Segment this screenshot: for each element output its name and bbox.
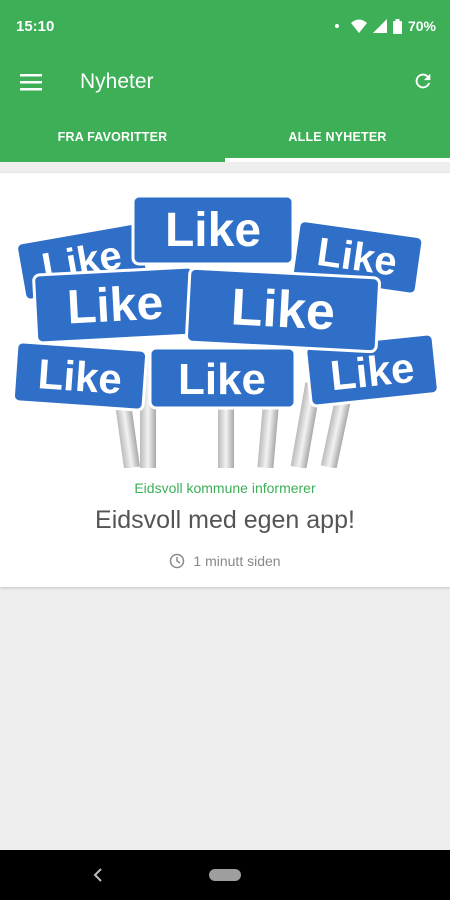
news-image: Like Like Like Like Like Like Like Like [0, 188, 450, 643]
status-icons: 70% [334, 17, 436, 35]
back-chevron-icon[interactable] [90, 866, 106, 884]
status-time: 15:10 [16, 18, 55, 35]
tab-fra-favoritter[interactable]: FRA FAVORITTER [0, 112, 225, 162]
news-card[interactable]: Like Like Like Like Like Like Like Like … [0, 173, 450, 587]
news-title[interactable]: Eidsvoll med egen app! [0, 506, 450, 535]
like-sign-text: Like [178, 355, 266, 404]
app-bar: Nyheter [0, 52, 450, 112]
notification-dot-icon [334, 24, 339, 28]
status-bar: 15:10 70% [0, 0, 450, 52]
system-nav-bar [0, 850, 450, 900]
battery-percent: 70% [407, 18, 436, 34]
battery-icon [392, 18, 402, 34]
page-title: Nyheter [80, 70, 154, 93]
refresh-icon[interactable] [412, 70, 434, 92]
news-time-row: 1 minutt siden [0, 553, 450, 569]
clock-icon [170, 553, 185, 569]
home-pill-icon[interactable] [209, 869, 241, 881]
tab-alle-nyheter[interactable]: ALLE NYHETER [225, 112, 450, 162]
news-timestamp: 1 minutt siden [193, 553, 281, 569]
like-sign-text: Like [165, 204, 261, 257]
signal-icon [372, 19, 387, 33]
tab-bar: FRA FAVORITTER ALLE NYHETER [0, 112, 450, 162]
like-sign-text: Like [36, 350, 123, 403]
wifi-icon [350, 19, 367, 33]
like-sign-text: Like [66, 277, 165, 335]
like-sign-text: Like [230, 278, 337, 341]
hamburger-menu-icon[interactable] [20, 71, 42, 93]
news-source: Eidsvoll kommune informerer [134, 480, 316, 496]
